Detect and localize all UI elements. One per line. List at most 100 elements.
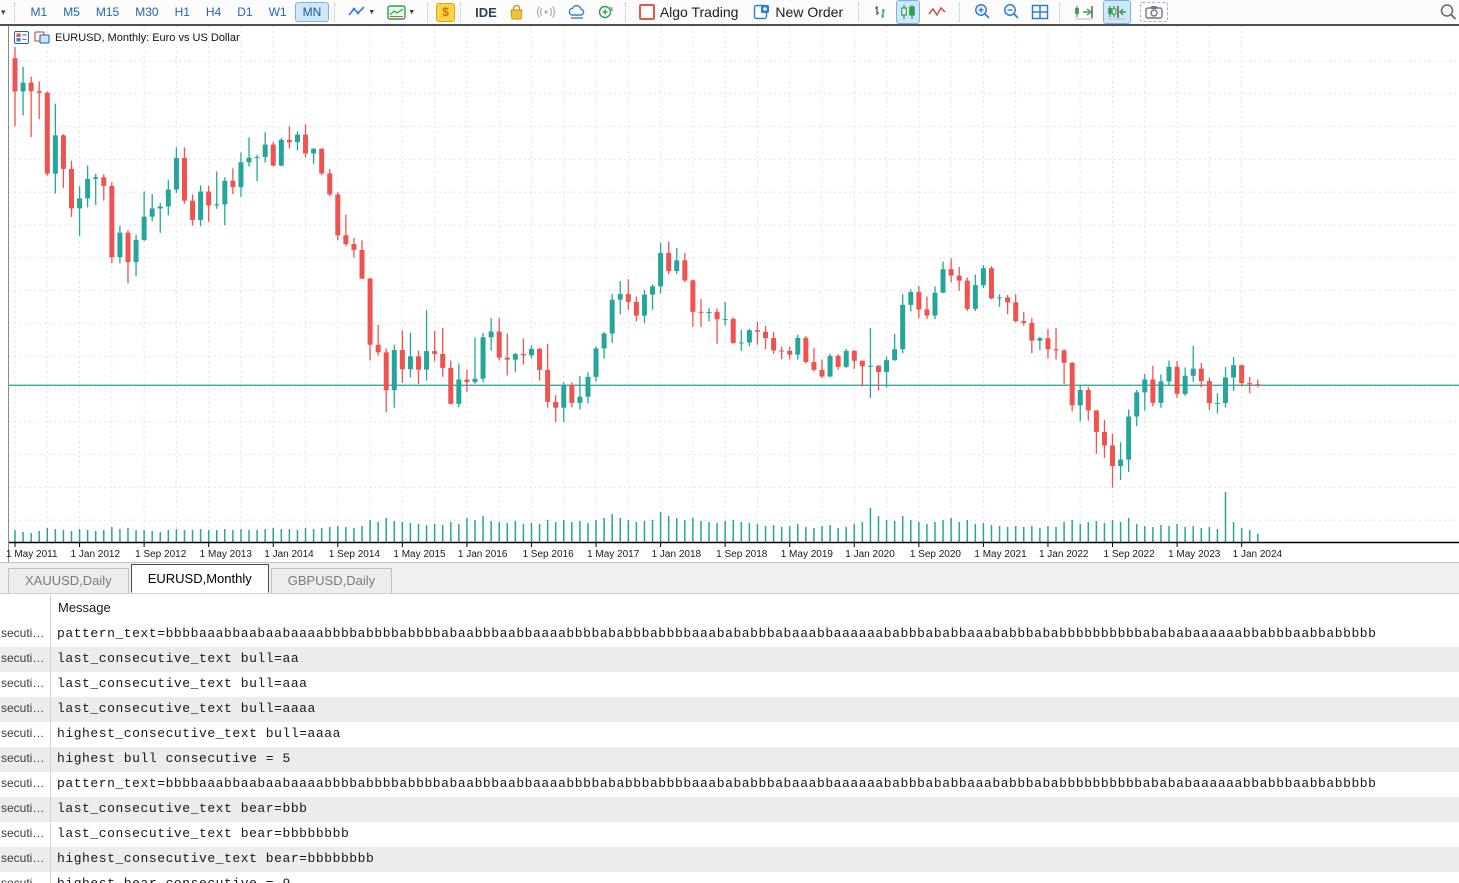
depth-of-market-icon[interactable] <box>34 31 50 44</box>
log-message: highest_consecutive_text bull=aaaa <box>57 726 341 741</box>
log-row[interactable]: secuti… highest bull consecutive = 5 <box>0 747 1459 772</box>
log-row[interactable]: secuti…last_consecutive_text bear=bbb <box>0 797 1459 822</box>
log-row[interactable]: secuti…highest bear consecutive = 9 <box>0 872 1459 883</box>
zoom-in-icon <box>973 3 992 21</box>
log-message: highest bull consecutive = 5 <box>57 751 291 766</box>
bar-chart-mode-button[interactable] <box>870 1 890 23</box>
auto-scroll-button[interactable] <box>1071 1 1097 23</box>
chevron-down-icon: ▼ <box>368 9 375 16</box>
tile-windows-icon <box>1031 4 1049 20</box>
log-message: last_consecutive_text bull=aaaa <box>57 701 316 716</box>
chart-tab-xauusd[interactable]: XAUUSD,Daily <box>8 568 129 593</box>
timeframe-m5[interactable]: M5 <box>55 2 88 22</box>
toolbar-overflow-icon[interactable]: ▾ <box>1 7 6 18</box>
cloud-icon <box>567 5 587 20</box>
x-axis-label: 1 May 2017 <box>587 549 639 560</box>
algo-trading-icon <box>639 4 655 20</box>
x-axis-label: 1 May 2021 <box>974 549 1026 560</box>
market-dollar-icon[interactable]: $ <box>436 3 455 22</box>
candlestick-chart[interactable] <box>9 26 1459 547</box>
screenshot-button[interactable] <box>1140 2 1168 22</box>
chart-type-line-button[interactable]: ▼ <box>346 1 379 23</box>
log-source-truncated: secuti… <box>1 851 48 865</box>
log-row[interactable]: secuti…pattern_text=bbbbaaabbaabaabaaaab… <box>0 622 1459 647</box>
log-source-truncated: secuti… <box>1 651 48 665</box>
log-row[interactable]: secuti…highest_consecutive_text bear=bbb… <box>0 847 1459 872</box>
toolbox-panel: Message secuti… pattern_text=bbbbaaabbaab… <box>0 593 1459 883</box>
x-axis-label: 1 Jan 2020 <box>845 549 895 560</box>
candlestick-icon <box>899 4 917 20</box>
new-order-label: New Order <box>775 4 843 20</box>
log-source-truncated: secuti… <box>1 726 48 740</box>
timeframe-m30[interactable]: M30 <box>127 2 166 22</box>
timeframe-d1[interactable]: D1 <box>229 2 260 22</box>
log-row[interactable]: secuti…last_consecutive_text bull=aaa <box>0 672 1459 697</box>
bar-chart-icon <box>872 4 888 20</box>
cloud-button[interactable] <box>565 1 589 23</box>
timeframe-mn[interactable]: MN <box>295 2 330 22</box>
indicator-window-icon <box>387 5 406 20</box>
log-source-truncated: secuti… <box>1 676 48 690</box>
timeframe-h4[interactable]: H4 <box>198 2 229 22</box>
chart-tab-eurusd[interactable]: EURUSD,Monthly <box>131 564 269 593</box>
add-signal-button[interactable] <box>595 1 617 23</box>
zigzag-line-icon <box>928 5 946 19</box>
log-source-truncated: secuti… <box>1 826 48 840</box>
chart-shift-icon <box>1106 4 1128 20</box>
main-toolbar: ▾ M1M5M15M30H1H4D1W1MN ▼ ▼ $ IDE <box>0 0 1459 25</box>
camera-icon <box>1145 5 1163 19</box>
log-message: last_consecutive_text bear=bbb <box>57 801 308 816</box>
line-chart-mode-button[interactable] <box>926 1 948 23</box>
timeframe-h1[interactable]: H1 <box>167 2 198 22</box>
shopping-bag-icon <box>508 4 525 20</box>
chart-tab-gbpusd[interactable]: GBPUSD,Daily <box>271 568 392 593</box>
search-button[interactable] <box>1439 3 1457 21</box>
algo-trading-button[interactable]: Algo Trading <box>637 1 741 23</box>
x-axis-label: 1 Jan 2016 <box>458 549 508 560</box>
chart-window[interactable]: EURUSD, Monthly: Euro vs US Dollar 1 May… <box>0 24 1459 564</box>
line-chart-icon <box>348 5 366 19</box>
market-bag-button[interactable] <box>506 1 527 23</box>
x-axis-label: 1 Sep 2014 <box>329 549 380 560</box>
log-row[interactable]: secuti… pattern_text=bbbbaaabbaabaabaaaab… <box>0 772 1459 797</box>
timeframe-group: M1M5M15M30H1H4D1W1MN <box>23 2 330 22</box>
x-axis-label: 1 Sep 2018 <box>716 549 767 560</box>
toolbox-header-row: Message <box>0 594 1459 623</box>
log-row[interactable]: secuti… last_consecutive_text bull=aa <box>0 647 1459 672</box>
indicator-window-button[interactable]: ▼ <box>385 1 419 23</box>
signals-button[interactable] <box>533 1 559 23</box>
timeframe-w1[interactable]: W1 <box>261 2 295 22</box>
log-row[interactable]: secuti…last_consecutive_text bear=bbbbbb… <box>0 822 1459 847</box>
add-signal-icon <box>597 4 615 20</box>
toolbar-separator <box>959 3 963 21</box>
new-order-icon <box>753 4 770 20</box>
timeframe-m1[interactable]: M1 <box>23 2 56 22</box>
algo-trading-label: Algo Trading <box>660 4 739 20</box>
timeframe-m15[interactable]: M15 <box>88 2 127 22</box>
message-column-header[interactable]: Message <box>58 600 111 615</box>
log-row[interactable]: secuti… highest_consecutive_text bull=aaa… <box>0 722 1459 747</box>
chart-left-edge <box>0 26 9 564</box>
x-axis-label: 1 Jan 2012 <box>71 549 121 560</box>
column-divider[interactable] <box>50 594 51 883</box>
zoom-in-button[interactable] <box>971 1 994 23</box>
x-axis-label: 1 May 2023 <box>1168 549 1220 560</box>
candlestick-mode-button[interactable] <box>896 0 920 24</box>
ide-button[interactable]: IDE <box>475 5 497 20</box>
log-source-truncated: secuti… <box>1 751 48 765</box>
chevron-down-icon: ▼ <box>408 9 415 16</box>
log-row[interactable]: secuti…last_consecutive_text bull=aaaa <box>0 697 1459 722</box>
log-source-truncated: secuti… <box>1 626 48 640</box>
toolbar-separator <box>625 3 629 21</box>
toolbar-separator <box>14 3 18 21</box>
tile-windows-button[interactable] <box>1029 1 1051 23</box>
log-source-truncated: secuti… <box>1 776 48 790</box>
chart-title: EURUSD, Monthly: Euro vs US Dollar <box>55 32 240 44</box>
log-message: last_consecutive_text bull=aa <box>57 651 299 666</box>
log-message: pattern_text=bbbbaaabbaabaabaaaabbbbabbb… <box>57 776 1377 791</box>
chart-shift-button[interactable] <box>1103 0 1131 24</box>
one-click-trading-icon[interactable] <box>14 31 29 44</box>
new-order-button[interactable]: New Order <box>751 1 845 23</box>
toolbar-separator <box>858 3 862 21</box>
zoom-out-button[interactable] <box>1000 1 1023 23</box>
